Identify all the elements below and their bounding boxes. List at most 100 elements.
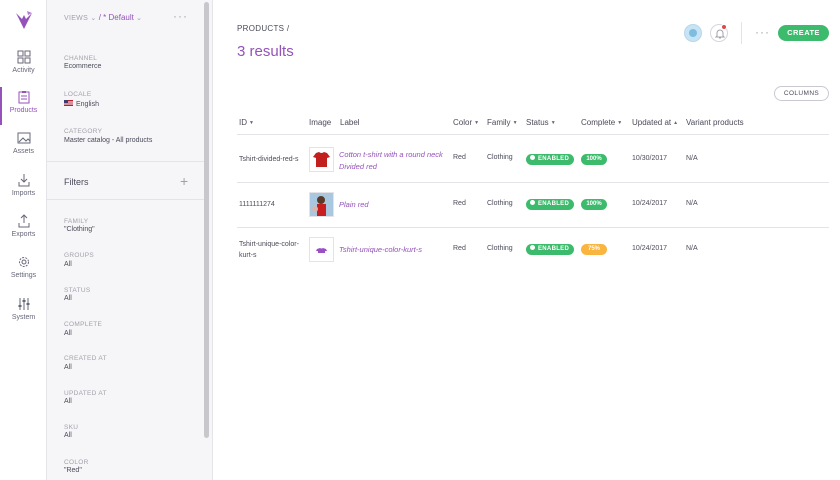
avatar[interactable] <box>684 24 702 42</box>
more-options-icon[interactable]: ··· <box>755 25 770 39</box>
column-header-label: Status <box>526 118 549 127</box>
status-badge: ENABLED <box>526 154 575 165</box>
cell-label-link[interactable]: Plain red <box>339 199 451 211</box>
filter-status-value[interactable]: All <box>64 295 72 302</box>
column-header-color[interactable]: Color ▼ <box>453 118 479 127</box>
results-count: 3 results <box>237 43 294 60</box>
column-header-label: Variant products <box>686 118 744 127</box>
cell-color: Red <box>453 200 466 207</box>
cell-id[interactable]: Tshirt-unique-color-kurt-s <box>239 239 305 261</box>
breadcrumb[interactable]: PRODUCTS / <box>237 24 289 33</box>
nav-label-activity: Activity <box>12 67 35 74</box>
nav-label-system: System <box>11 314 36 321</box>
import-icon <box>18 174 29 187</box>
sort-down-icon: ▼ <box>512 120 518 126</box>
cell-updated: 10/24/2017 <box>632 200 668 207</box>
locale-selector[interactable]: English <box>64 100 99 108</box>
views-selector[interactable]: VIEWS ⌄ / * Default ⌄ <box>64 13 142 22</box>
chevron-down-icon: ⌄ <box>90 15 97 22</box>
column-header-label: Complete <box>581 118 616 127</box>
filter-groups-value[interactable]: All <box>64 261 72 268</box>
filter-created-label: CREATED AT <box>64 355 107 362</box>
filter-complete-label: COMPLETE <box>64 321 103 328</box>
status-text: ENABLED <box>538 201 570 207</box>
nav-item-imports[interactable]: Imports <box>0 173 47 213</box>
filter-family-label: FAMILY <box>64 218 89 225</box>
nav-label-settings: Settings <box>10 272 37 279</box>
row-divider <box>237 182 829 183</box>
filter-complete-value[interactable]: All <box>64 330 72 337</box>
column-header-label[interactable]: Label <box>340 118 360 127</box>
dashboard-icon <box>17 50 30 64</box>
product-thumbnail[interactable] <box>309 237 334 262</box>
nav-item-settings[interactable]: Settings <box>0 255 47 295</box>
cell-updated: 10/30/2017 <box>632 155 668 162</box>
add-filter-icon[interactable]: + <box>180 173 188 189</box>
nav-label-assets: Assets <box>12 148 34 155</box>
column-header-label: Family <box>487 118 511 127</box>
sort-up-icon: ▲ <box>673 120 679 126</box>
status-badge: ENABLED <box>526 244 575 255</box>
create-button[interactable]: CREATE <box>778 25 829 41</box>
column-header-image: Image <box>309 118 331 127</box>
product-thumbnail[interactable] <box>309 147 334 172</box>
filter-sku-value[interactable]: All <box>64 432 72 439</box>
cell-variants: N/A <box>686 245 698 252</box>
more-options-icon[interactable]: ··· <box>173 9 188 23</box>
nav-item-system[interactable]: System <box>0 297 47 337</box>
column-header-variants: Variant products <box>686 118 744 127</box>
nav-item-exports[interactable]: Exports <box>0 214 47 254</box>
sliders-icon <box>18 298 29 310</box>
column-header-label: ID <box>239 118 247 127</box>
table-header-divider <box>237 134 829 135</box>
filter-sku-label: SKU <box>64 424 79 431</box>
export-icon <box>18 214 29 228</box>
filter-color-value[interactable]: "Red" <box>64 467 82 474</box>
panel-scrollbar[interactable] <box>204 2 209 438</box>
filter-updated-value[interactable]: All <box>64 398 72 405</box>
nav-label-exports: Exports <box>11 231 36 238</box>
channel-value[interactable]: Ecommerce <box>64 63 101 70</box>
filter-groups-label: GROUPS <box>64 252 94 259</box>
filter-created-value[interactable]: All <box>64 364 72 371</box>
sort-down-icon: ▼ <box>249 120 254 126</box>
cell-label-link[interactable]: Cotton t-shirt with a round neck Divided… <box>339 149 451 173</box>
status-badge: ENABLED <box>526 199 575 210</box>
column-header-updated[interactable]: Updated at ▲ <box>632 118 678 127</box>
product-thumbnail[interactable] <box>309 192 334 217</box>
column-header-label: Label <box>340 118 360 127</box>
cell-id[interactable]: Tshirt-divided-red-s <box>239 154 305 165</box>
akeneo-logo-icon[interactable] <box>13 9 35 31</box>
cell-id[interactable]: 1111111274 <box>239 199 305 210</box>
column-header-complete[interactable]: Complete ▼ <box>581 118 622 127</box>
us-flag-icon <box>64 100 73 106</box>
complete-badge: 75% <box>581 244 607 255</box>
cell-variants: N/A <box>686 155 698 162</box>
filter-family-value[interactable]: "Clothing" <box>64 226 95 233</box>
column-header-id[interactable]: ID ▼ <box>239 118 254 127</box>
cell-updated: 10/24/2017 <box>632 245 668 252</box>
cell-label-link[interactable]: Tshirt-unique-color-kurt-s <box>339 244 451 256</box>
channel-label: CHANNEL <box>64 55 98 62</box>
sort-down-icon: ▼ <box>550 120 556 126</box>
filter-color-label: COLOR <box>64 459 89 466</box>
cell-family: Clothing <box>487 154 513 161</box>
notification-badge <box>721 24 727 30</box>
nav-item-activity[interactable]: Activity <box>0 50 47 90</box>
tshirt-image <box>316 248 327 253</box>
column-header-family[interactable]: Family ▼ <box>487 118 518 127</box>
category-value[interactable]: Master catalog - All products <box>64 137 152 144</box>
cell-color: Red <box>453 154 466 161</box>
view-selected: / * Default <box>98 13 134 22</box>
status-text: ENABLED <box>538 156 570 162</box>
divider <box>47 161 204 162</box>
status-dot-icon <box>530 155 535 160</box>
nav-item-assets[interactable]: Assets <box>0 131 47 171</box>
nav-item-products[interactable]: Products <box>0 87 47 130</box>
column-header-label: Color <box>453 118 473 127</box>
cell-variants: N/A <box>686 200 698 207</box>
column-header-status[interactable]: Status ▼ <box>526 118 556 127</box>
columns-button[interactable]: COLUMNS <box>774 86 829 101</box>
filter-updated-label: UPDATED AT <box>64 390 107 397</box>
column-header-label: Updated at <box>632 118 672 127</box>
